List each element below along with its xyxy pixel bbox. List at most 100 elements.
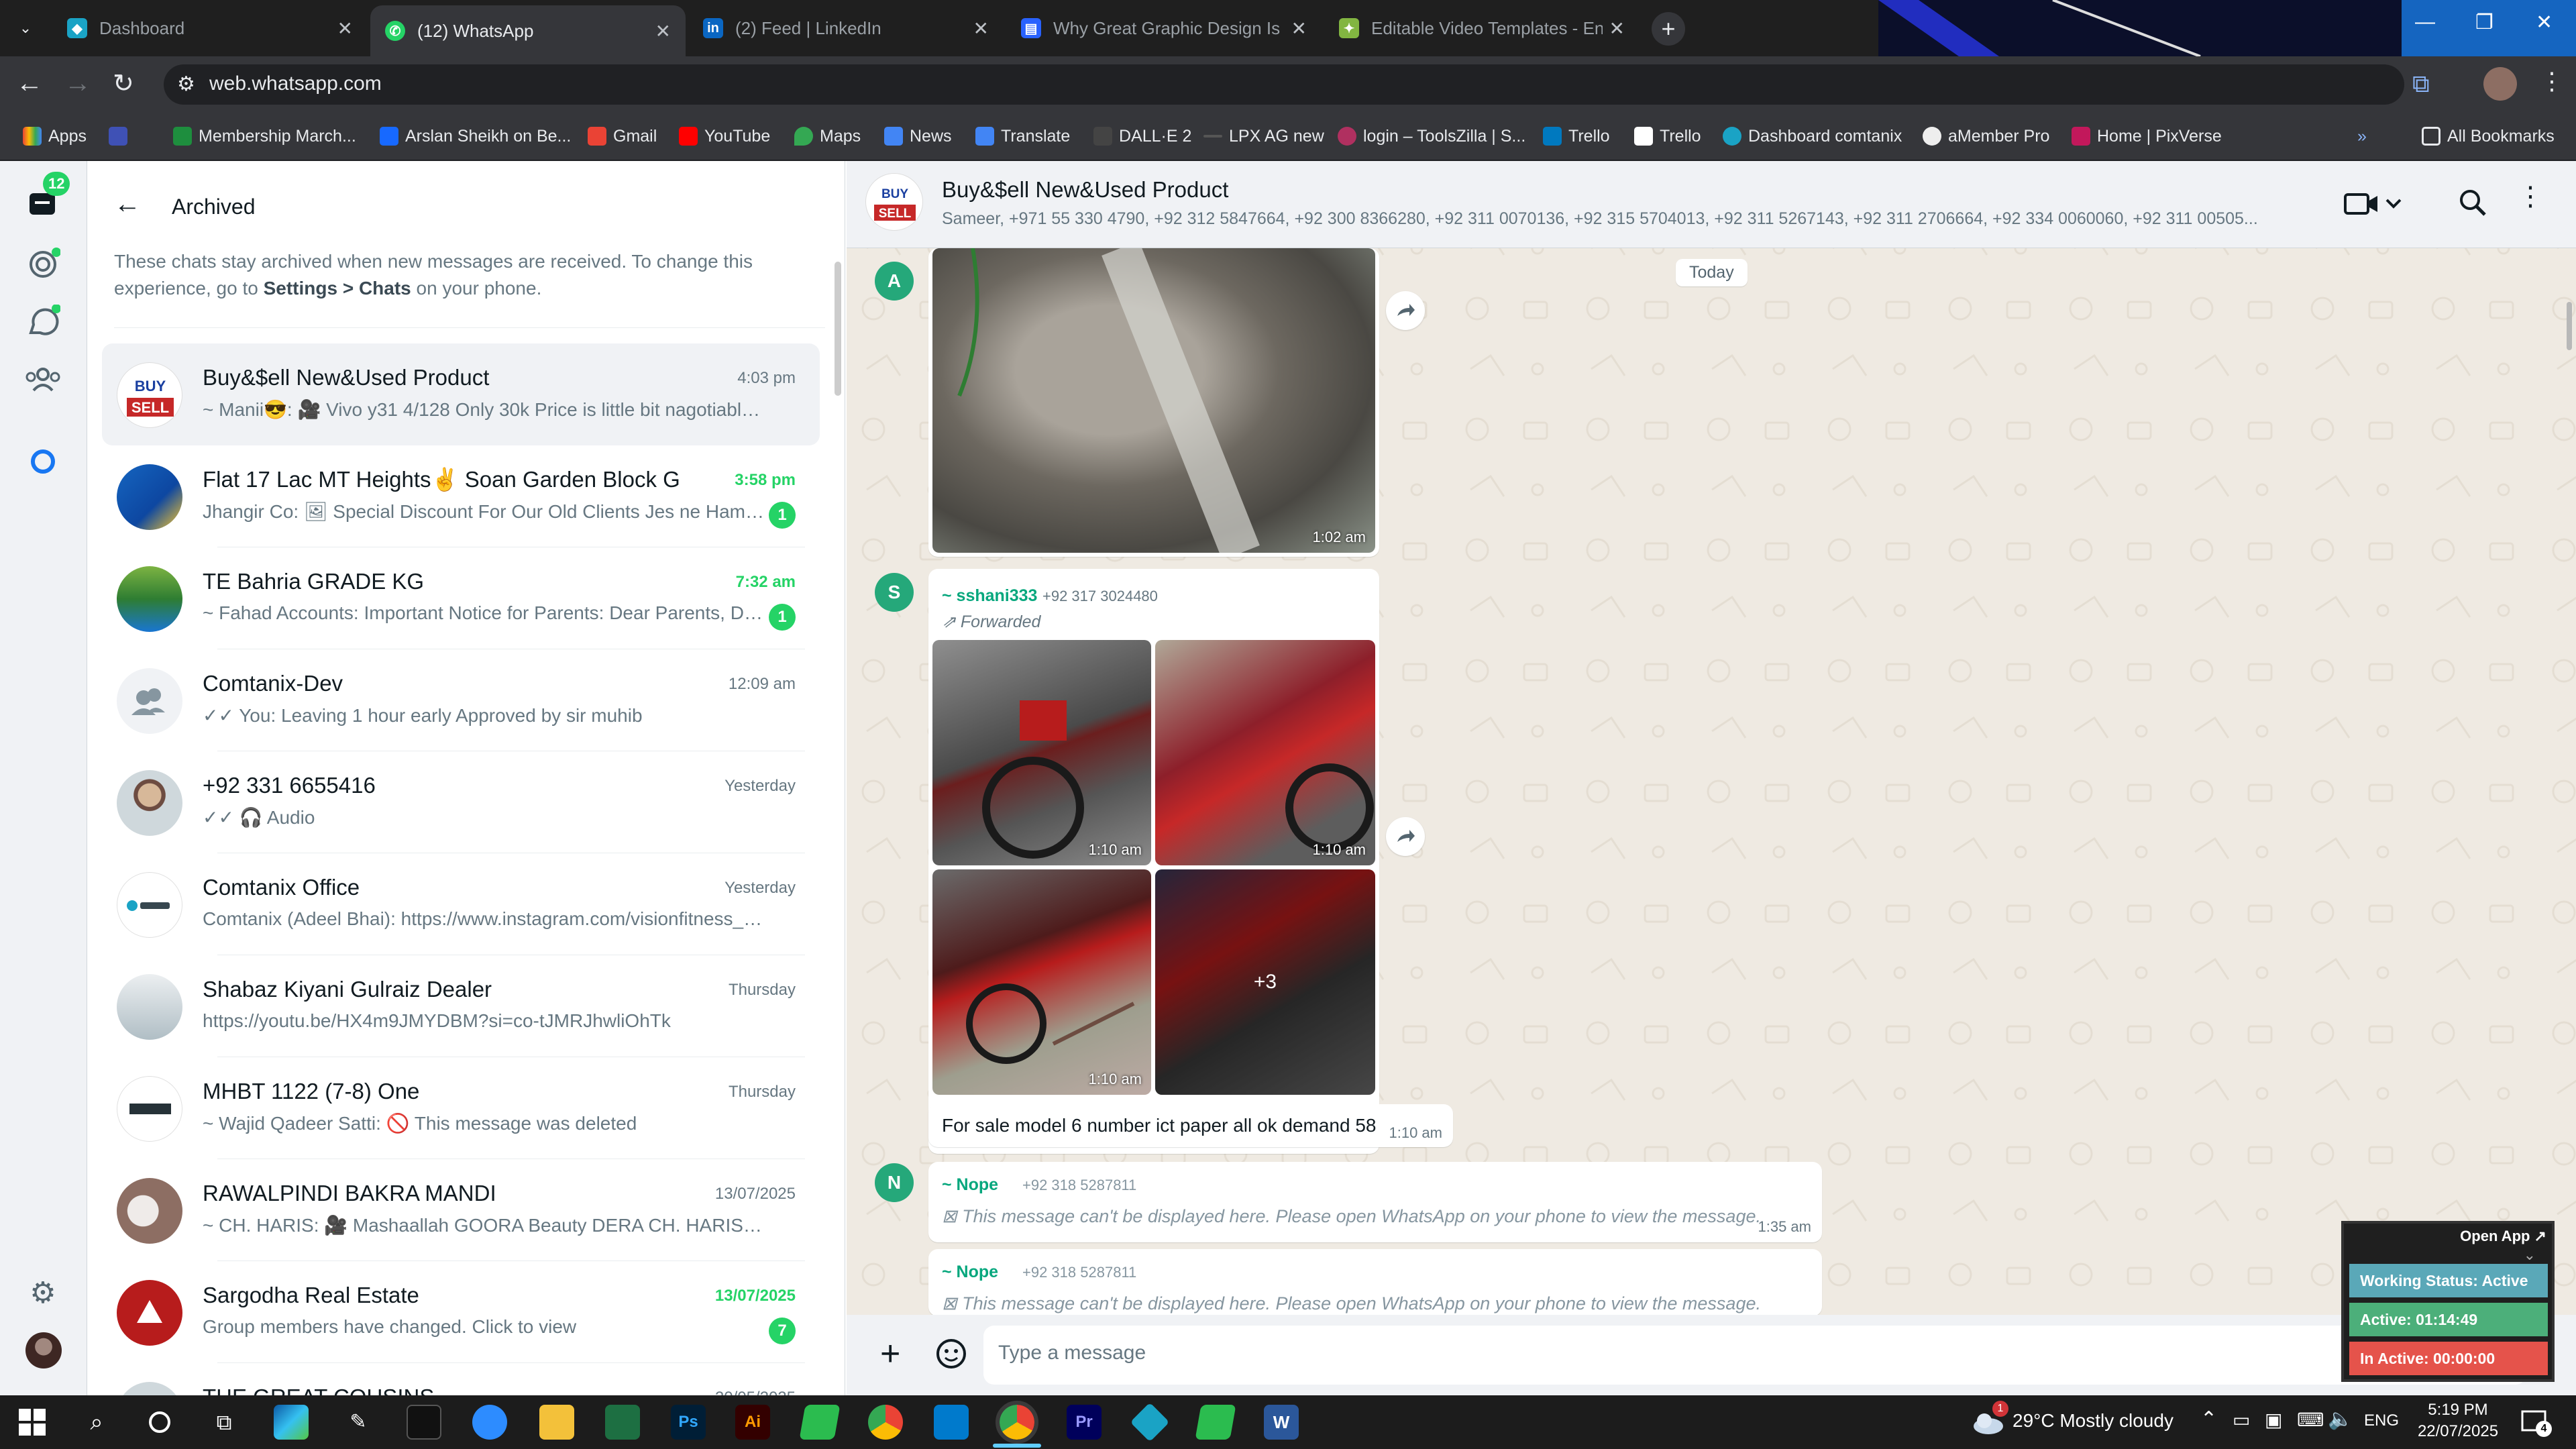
image-message[interactable]: 1:02 am xyxy=(928,248,1379,557)
sender-avatar[interactable]: S xyxy=(875,573,914,612)
bookmark-pixverse[interactable]: Home | PixVerse xyxy=(2072,121,2222,152)
close-window-icon[interactable]: ✕ xyxy=(2536,11,2553,34)
word-icon[interactable]: W xyxy=(1264,1405,1299,1440)
channels-nav-item[interactable] xyxy=(25,305,60,339)
caption-message[interactable]: For sale model 6 number ict paper all ok… xyxy=(928,1104,1453,1147)
forward-button[interactable] xyxy=(1386,291,1425,330)
message-input[interactable]: Type a message xyxy=(983,1326,2526,1385)
collapse-chevron-icon[interactable]: ⌄ xyxy=(2524,1246,2536,1264)
status-nav-item[interactable] xyxy=(25,247,60,282)
group-avatar[interactable]: BUY SELL xyxy=(865,173,923,231)
unsupported-message[interactable]: ~ Nope +92 318 5287811 ⊠ This message ca… xyxy=(928,1162,1822,1242)
edge-icon[interactable] xyxy=(274,1405,309,1440)
chat-row[interactable]: MHBT 1122 (7-8) One Thursday ~ Wajid Qad… xyxy=(102,1057,820,1159)
close-tab-icon[interactable]: ✕ xyxy=(1291,17,1307,40)
bookmark-toolszilla[interactable]: login – ToolsZilla | S... xyxy=(1338,121,1525,152)
reload-icon[interactable]: ↻ xyxy=(113,68,134,99)
cortana-icon[interactable] xyxy=(142,1405,177,1440)
conversation-header[interactable]: BUY SELL Buy&$ell New&Used Product Sameer… xyxy=(847,161,2576,248)
chat-row[interactable]: RAWALPINDI BAKRA MANDI 13/07/2025 ~ CH. … xyxy=(102,1159,820,1261)
language-indicator[interactable]: ENG xyxy=(2364,1411,2399,1430)
premiere-icon[interactable]: Pr xyxy=(1067,1405,1102,1440)
sender-avatar[interactable]: A xyxy=(875,262,914,301)
bookmark-maps[interactable]: Maps xyxy=(794,121,861,152)
close-tab-icon[interactable]: ✕ xyxy=(1609,17,1625,40)
bookmark-grid[interactable] xyxy=(109,121,134,152)
album-photo[interactable]: 1:10 am xyxy=(932,640,1151,865)
chat-row[interactable]: Sargodha Real Estate 13/07/2025 Group me… xyxy=(102,1261,820,1363)
settings-gear-icon[interactable]: ⚙ xyxy=(27,1277,59,1309)
forward-button[interactable] xyxy=(1386,817,1425,856)
tab-envato[interactable]: ✦ Editable Video Templates - Env ✕ xyxy=(1324,7,1640,50)
unsupported-message[interactable]: ~ Nope +92 318 5287811 ⊠ This message ca… xyxy=(928,1249,1822,1316)
illustrator-icon[interactable]: Ai xyxy=(735,1405,770,1440)
chat-row[interactable]: TE Bahria GRADE KG 7:32 am ~ Fahad Accou… xyxy=(102,547,820,649)
photoshop-icon[interactable]: Ps xyxy=(671,1405,706,1440)
chat-row[interactable]: Comtanix-Dev 12:09 am ✓✓ You: Leaving 1 … xyxy=(102,649,820,751)
message-photo[interactable]: 1:02 am xyxy=(932,248,1375,553)
tab-whatsapp[interactable]: ✆ (12) WhatsApp ✕ xyxy=(370,5,686,56)
sender-name[interactable]: ~ Nope xyxy=(942,1175,998,1195)
bookmark-lpx[interactable]: LPX AG new xyxy=(1203,121,1324,152)
sender-name[interactable]: ~ Nope xyxy=(942,1263,998,1282)
zoom-icon[interactable] xyxy=(472,1405,507,1440)
close-tab-icon[interactable]: ✕ xyxy=(655,20,671,42)
volume-icon[interactable]: 🔈 xyxy=(2328,1407,2353,1431)
meta-ai-nav-item[interactable] xyxy=(30,448,56,475)
profile-avatar[interactable] xyxy=(2483,67,2517,101)
windows-start-icon[interactable] xyxy=(15,1405,50,1440)
chats-nav-item[interactable]: 12 xyxy=(25,172,70,221)
close-tab-icon[interactable]: ✕ xyxy=(973,17,989,40)
more-bookmarks-icon[interactable]: » xyxy=(2357,121,2367,152)
profile-avatar[interactable] xyxy=(25,1332,62,1368)
minimize-window-icon[interactable]: — xyxy=(2415,11,2435,34)
chrome-icon[interactable] xyxy=(868,1405,903,1440)
bookmark-amember[interactable]: aMember Pro xyxy=(1923,121,2049,152)
bookmark-gmail[interactable]: Gmail xyxy=(588,121,657,152)
sticker-emoji-icon[interactable] xyxy=(934,1335,971,1373)
bookmark-translate[interactable]: Translate xyxy=(975,121,1070,152)
chat-row[interactable]: Comtanix Office Yesterday Comtanix (Adee… xyxy=(102,853,820,955)
chat-row[interactable]: Flat 17 Lac MT Heights✌️ Soan Garden Blo… xyxy=(102,445,820,547)
notifications-icon[interactable]: 4 xyxy=(2518,1406,2552,1438)
bookmark-dashboard-comtanix[interactable]: Dashboard comtanix xyxy=(1723,121,1902,152)
address-bar[interactable]: ⚙ web.whatsapp.com xyxy=(164,64,2404,105)
site-info-icon[interactable]: ⚙ xyxy=(177,72,195,96)
bookmark-membership[interactable]: Membership March... xyxy=(173,121,356,152)
new-tab-button[interactable]: + xyxy=(1652,12,1685,46)
communities-nav-item[interactable] xyxy=(23,362,63,397)
chat-row[interactable]: Shabaz Kiyani Gulraiz Dealer Thursday ht… xyxy=(102,955,820,1057)
app-green-icon[interactable] xyxy=(799,1405,841,1440)
bookmark-news[interactable]: News xyxy=(884,121,952,152)
attach-plus-icon[interactable]: + xyxy=(880,1334,900,1374)
bookmark-dalle[interactable]: DALL·E 2 xyxy=(1093,121,1191,152)
video-call-button[interactable] xyxy=(2344,189,2408,219)
pen-tool-icon[interactable]: ✎ xyxy=(341,1405,376,1440)
tab-search-icon[interactable]: ⌄ xyxy=(12,15,39,42)
conversation-scrollbar[interactable] xyxy=(2567,302,2572,350)
chat-row[interactable]: THE GREAT COUSINS 20/05/2025 xyxy=(102,1363,820,1395)
restore-window-icon[interactable]: ❐ xyxy=(2475,11,2493,34)
excel-icon[interactable] xyxy=(605,1405,640,1440)
back-icon[interactable]: ← xyxy=(16,68,43,99)
bookmark-trello-1[interactable]: Trello xyxy=(1543,121,1610,152)
app-green-icon[interactable] xyxy=(1195,1405,1236,1440)
tab-graphic-design[interactable]: ▤ Why Great Graphic Design Is M ✕ xyxy=(1006,7,1322,50)
weather-cloud-icon[interactable]: 1 xyxy=(1970,1401,2008,1441)
search-chat-button[interactable] xyxy=(2457,186,2489,219)
browser-menu-icon[interactable]: ⋮ xyxy=(2540,67,2564,95)
meet-now-icon[interactable]: ▭ xyxy=(2233,1409,2250,1431)
bookmark-youtube[interactable]: YouTube xyxy=(679,121,770,152)
vscode-icon[interactable] xyxy=(934,1405,969,1440)
album-photo[interactable]: 1:10 am xyxy=(932,869,1151,1095)
sender-avatar[interactable]: N xyxy=(875,1163,914,1202)
back-arrow-icon[interactable]: ← xyxy=(114,189,141,219)
sender-name[interactable]: ~ sshani333 xyxy=(942,586,1037,606)
bookmark-trello-2[interactable]: Trello xyxy=(1634,121,1701,152)
clock-date[interactable]: 22/07/2025 xyxy=(2410,1422,2506,1441)
tab-linkedin[interactable]: in (2) Feed | LinkedIn ✕ xyxy=(688,7,1004,50)
forward-icon[interactable]: → xyxy=(64,68,91,99)
open-app-link[interactable]: Open App ↗ xyxy=(2460,1228,2546,1245)
bookmark-behance[interactable]: Arslan Sheikh on Be... xyxy=(380,121,571,152)
list-scrollbar[interactable] xyxy=(835,262,841,396)
